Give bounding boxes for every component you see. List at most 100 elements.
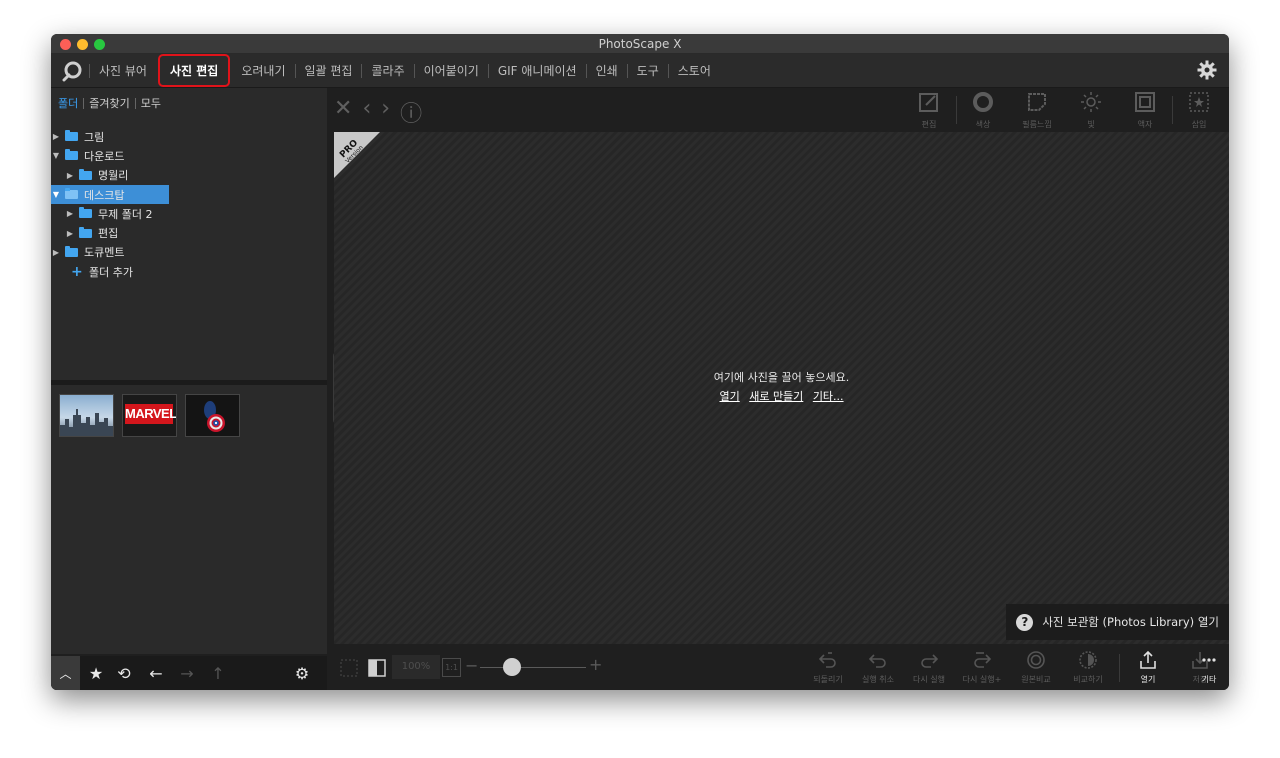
new-link[interactable]: 새로 만들기 <box>749 390 803 403</box>
folder-item-edit[interactable]: ▶ 편집 <box>51 223 327 242</box>
folder-item-myeongwolli[interactable]: ▶ 명월리 <box>51 166 327 185</box>
tool-frame[interactable]: 액자 <box>1123 91 1167 131</box>
open-button[interactable]: 열기 <box>1128 650 1168 685</box>
up-arrow-icon[interactable]: ↑ <box>207 656 229 690</box>
tool-label: 액자 <box>1137 120 1153 129</box>
folder-sidebar: 폴더 즐겨찾기 모두 ▶ 그림 ▼ 다운로드 ▶ 명월리 ▼ 데스크탑 ▶ 무제… <box>51 88 327 654</box>
compare-original-icon <box>1027 651 1045 669</box>
more-button[interactable]: 기타 <box>1189 650 1229 685</box>
redo-plus-button[interactable]: 다시 실행+ <box>959 650 1005 685</box>
action-label: 실행 취소 <box>862 675 894 684</box>
refresh-icon[interactable]: ⟲ <box>113 656 135 690</box>
insert-icon <box>1189 92 1209 112</box>
editor-bottom-bar: 100% 1:1 − + 되돌리기 실행 취소 다시 실행 다시 실행+ 원본비… <box>334 646 1229 690</box>
toolbar-separator <box>956 96 957 124</box>
bottom-separator <box>1119 654 1120 682</box>
zoom-level[interactable]: 100% <box>392 655 440 679</box>
chevron-up-icon[interactable]: ︿ <box>51 656 80 690</box>
star-icon[interactable]: ★ <box>85 656 107 690</box>
tool-label: 필름느낌 <box>1022 120 1052 129</box>
more-dots-icon <box>1202 658 1216 662</box>
compare-original-button[interactable]: 원본비교 <box>1016 650 1056 685</box>
edit-toolbar: ✕ ‹ › ⓘ 편집 색상 필름느낌 빛 액자 삽입 <box>334 88 1229 132</box>
tab-combine[interactable]: 이어붙이기 <box>415 62 488 79</box>
thumbnail-list: MARVEL <box>59 394 240 437</box>
sidebar-bottom-bar: ︿ ★ ⟲ ← → ↑ ⚙ <box>51 656 327 690</box>
action-label: 열기 <box>1140 675 1156 684</box>
add-folder-button[interactable]: + 폴더 추가 <box>51 262 327 281</box>
folder-item-documents[interactable]: ▶ 도큐멘트 <box>51 243 327 262</box>
revert-button[interactable]: 되돌리기 <box>808 650 848 685</box>
folder-tree: ▶ 그림 ▼ 다운로드 ▶ 명월리 ▼ 데스크탑 ▶ 무제 폴더 2 ▶ 편집 … <box>51 127 327 281</box>
tab-gif[interactable]: GIF 애니메이션 <box>489 62 586 79</box>
more-link[interactable]: 기타... <box>813 390 844 403</box>
tool-label: 삽입 <box>1191 120 1207 129</box>
back-arrow-icon[interactable]: ← <box>145 656 167 690</box>
marvel-logo: MARVEL <box>125 404 176 424</box>
tab-print[interactable]: 인쇄 <box>587 62 627 79</box>
tool-color[interactable]: 색상 <box>961 91 1005 131</box>
main-menu-bar: 사진 뷰어 사진 편집 오려내기 일괄 편집 콜라주 이어붙이기 GIF 애니메… <box>51 54 1229 88</box>
tool-edit[interactable]: 편집 <box>907 91 951 131</box>
zoom-one-to-one-button[interactable]: 1:1 <box>442 658 461 677</box>
previous-icon[interactable]: ‹ <box>362 96 371 128</box>
next-icon[interactable]: › <box>381 96 390 128</box>
expand-arrow-icon[interactable]: ▶ <box>51 132 61 141</box>
split-view-icon[interactable] <box>367 658 387 678</box>
photos-library-button[interactable]: ? 사진 보관함 (Photos Library) 열기 <box>1006 604 1229 640</box>
folder-icon <box>65 188 78 200</box>
image-drop-area[interactable]: PRO Version 여기에 사진을 끌어 놓으세요. 열기 새로 만들기 기… <box>334 132 1229 644</box>
app-window: PhotoScape X 사진 뷰어 사진 편집 오려내기 일괄 편집 콜라주 … <box>51 34 1229 690</box>
tab-tools[interactable]: 도구 <box>628 62 668 79</box>
forward-arrow-icon[interactable]: → <box>176 656 198 690</box>
expand-arrow-icon[interactable]: ▶ <box>51 248 61 257</box>
tab-all[interactable]: 모두 <box>136 95 166 111</box>
action-label: 다시 실행 <box>913 675 945 684</box>
compare-button[interactable]: 비교하기 <box>1068 650 1108 685</box>
folder-item-downloads[interactable]: ▼ 다운로드 <box>51 146 327 165</box>
thumbnail-city[interactable] <box>59 394 114 437</box>
collapse-arrow-icon[interactable]: ▼ <box>51 190 61 199</box>
tab-favorites[interactable]: 즐겨찾기 <box>84 95 134 111</box>
folder-item-desktop[interactable]: ▼ 데스크탑 <box>51 184 169 205</box>
zoom-slider-track[interactable] <box>480 667 586 668</box>
redo-button[interactable]: 다시 실행 <box>909 650 949 685</box>
tool-insert[interactable]: 삽입 <box>1177 91 1221 131</box>
tab-store[interactable]: 스토어 <box>669 62 720 79</box>
expand-arrow-icon[interactable]: ▶ <box>65 171 75 180</box>
close-image-icon[interactable]: ✕ <box>334 96 352 128</box>
tab-cut-out[interactable]: 오려내기 <box>232 62 294 79</box>
sidebar-divider[interactable] <box>51 380 327 385</box>
tab-photo-viewer[interactable]: 사진 뷰어 <box>90 62 156 79</box>
grid-icon[interactable] <box>339 658 359 678</box>
mode-tabs: 사진 뷰어 사진 편집 오려내기 일괄 편집 콜라주 이어붙이기 GIF 애니메… <box>89 54 720 87</box>
folder-item-untitled-2[interactable]: ▶ 무제 폴더 2 <box>51 204 327 223</box>
expand-arrow-icon[interactable]: ▶ <box>65 229 75 238</box>
tab-folders[interactable]: 폴더 <box>58 95 83 111</box>
sidebar-gear-icon[interactable]: ⚙ <box>291 656 313 690</box>
thumbnail-captain-america[interactable] <box>185 394 240 437</box>
tool-light[interactable]: 빛 <box>1069 91 1113 131</box>
revert-icon <box>818 652 836 668</box>
tab-photo-editor[interactable]: 사진 편집 <box>157 54 231 87</box>
pro-version-badge: PRO Version <box>334 132 380 178</box>
folder-icon <box>79 207 92 219</box>
tab-collage[interactable]: 콜라주 <box>362 62 413 79</box>
photoscape-logo-icon[interactable] <box>61 60 83 82</box>
undo-button[interactable]: 실행 취소 <box>858 650 898 685</box>
city-skyline-icon <box>60 409 113 436</box>
open-link[interactable]: 열기 <box>719 390 739 403</box>
collapse-arrow-icon[interactable]: ▼ <box>51 151 61 160</box>
redo-icon <box>921 654 939 668</box>
action-label: 기타 <box>1201 675 1217 684</box>
gear-icon[interactable] <box>1197 60 1217 80</box>
expand-arrow-icon[interactable]: ▶ <box>65 209 75 218</box>
thumbnail-marvel[interactable]: MARVEL <box>122 394 177 437</box>
folder-item-pictures[interactable]: ▶ 그림 <box>51 127 327 146</box>
tool-film[interactable]: 필름느낌 <box>1015 91 1059 131</box>
zoom-out-button[interactable]: − <box>465 656 478 675</box>
zoom-slider-handle[interactable] <box>503 658 521 676</box>
tab-batch[interactable]: 일괄 편집 <box>296 62 362 79</box>
zoom-in-button[interactable]: + <box>589 655 602 674</box>
info-icon[interactable]: ⓘ <box>400 96 422 128</box>
